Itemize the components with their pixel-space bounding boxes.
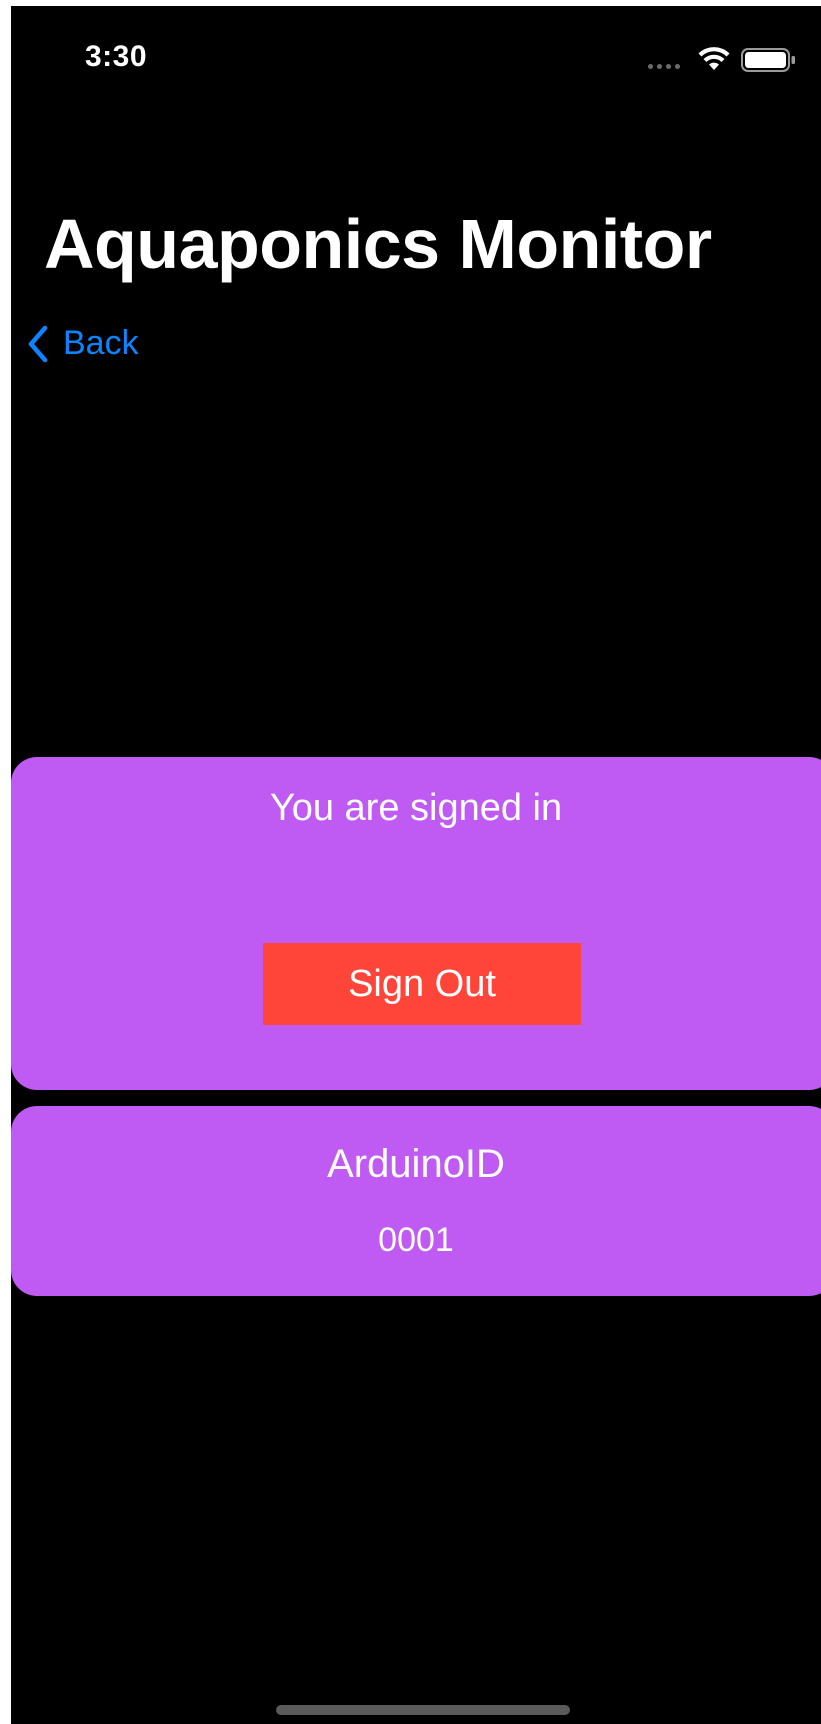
wifi-icon <box>698 47 730 70</box>
arduino-id-label: ArduinoID <box>327 1142 505 1186</box>
signin-status-card: You are signed in Sign Out <box>11 757 821 1090</box>
battery-icon <box>741 48 795 72</box>
home-indicator[interactable] <box>276 1705 570 1715</box>
back-button-label: Back <box>63 324 139 362</box>
cellular-signal-icon <box>648 64 680 69</box>
arduino-id-card: ArduinoID 0001 <box>11 1106 821 1296</box>
sign-out-button[interactable]: Sign Out <box>263 943 581 1025</box>
arduino-id-value: 0001 <box>378 1221 454 1259</box>
page-title: Aquaponics Monitor <box>44 205 712 283</box>
status-time: 3:30 <box>85 40 148 73</box>
signin-status-text: You are signed in <box>269 787 563 829</box>
chevron-left-icon <box>28 325 48 362</box>
app-screen: 3:30 Aquaponics Monitor Back You are sig… <box>11 6 821 1724</box>
back-button[interactable]: Back <box>27 324 139 363</box>
status-bar: 3:30 <box>11 6 821 106</box>
